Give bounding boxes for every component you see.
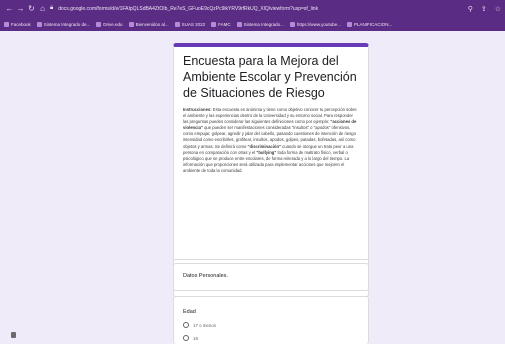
bookmark-item[interactable]: FAMC — [211, 21, 231, 27]
bookmark-item[interactable]: Facebook — [4, 21, 31, 27]
question-title: Edad — [183, 309, 196, 315]
forward-arrow-icon[interactable]: → — [15, 4, 26, 13]
option-label: 18 — [193, 335, 198, 341]
bookmark-icon — [211, 21, 217, 27]
bookmark-item[interactable]: SUAS 2022 — [174, 21, 205, 27]
home-icon[interactable]: ⌂ — [37, 4, 48, 13]
desc-bold: "bullying" — [256, 149, 277, 155]
option-label: 17 o menos — [193, 322, 216, 328]
lock-icon[interactable]: 🔒︎ — [50, 5, 53, 12]
bookmarks-bar: Facebook Sistema Integrado de... Drive.e… — [0, 17, 505, 31]
section-card: Datos Personales. — [173, 263, 369, 291]
bookmark-icon — [174, 21, 180, 27]
address-bar[interactable]: docs.google.com/forms/d/e/1FAIpQLSdBA4Zt… — [58, 6, 318, 12]
back-arrow-icon[interactable]: ← — [4, 4, 15, 13]
radio-button[interactable] — [183, 322, 189, 328]
address-row: ← → ↻ ⌂ 🔒︎ docs.google.com/forms/d/e/1FA… — [0, 0, 505, 17]
star-icon[interactable]: ☆ — [495, 5, 501, 13]
bookmark-icon — [36, 21, 42, 27]
bookmark-icon — [289, 21, 295, 27]
radio-button[interactable] — [183, 335, 189, 341]
browser-chrome: ← → ↻ ⌂ 🔒︎ docs.google.com/forms/d/e/1FA… — [0, 0, 505, 31]
bookmark-icon — [346, 21, 352, 27]
bookmark-icon — [96, 21, 102, 27]
desc-bold: "discriminación" — [247, 143, 282, 149]
bookmark-item[interactable]: PLANIFICACION... — [346, 21, 392, 27]
bookmark-icon — [236, 21, 242, 27]
bookmark-item[interactable]: Bienvenidos al... — [128, 21, 169, 27]
reload-icon[interactable]: ↻ — [26, 4, 37, 13]
bookmark-item[interactable]: Drive.edu — [96, 21, 123, 27]
share-icon[interactable]: ⇪ — [481, 5, 487, 13]
bookmark-icon — [4, 21, 9, 27]
form-header-card: Encuesta para la Mejora del Ambiente Esc… — [173, 43, 369, 297]
desc-bold: Instrucciones: — [183, 107, 212, 112]
bookmark-item[interactable]: Sistema Integrado... — [236, 21, 284, 27]
page-icon — [11, 332, 16, 338]
toolbar-right: ⚲ ⇪ ☆ — [468, 5, 501, 13]
form-description: Instrucciones: Esta encuesta es anónima … — [183, 107, 359, 266]
radio-option[interactable]: 18 — [183, 335, 359, 341]
section-title: Datos Personales. — [183, 273, 228, 279]
divider — [174, 259, 368, 260]
bookmark-item[interactable]: Sistema Integrado de... — [36, 21, 90, 27]
bookmark-icon — [128, 21, 134, 27]
form-title: Encuesta para la Mejora del Ambiente Esc… — [183, 54, 357, 100]
question-card: Edad 17 o menos 18 — [173, 296, 369, 344]
radio-option[interactable]: 17 o menos — [183, 322, 359, 328]
search-icon[interactable]: ⚲ — [468, 5, 473, 13]
bookmark-item[interactable]: https://www.youtube... — [289, 21, 341, 27]
